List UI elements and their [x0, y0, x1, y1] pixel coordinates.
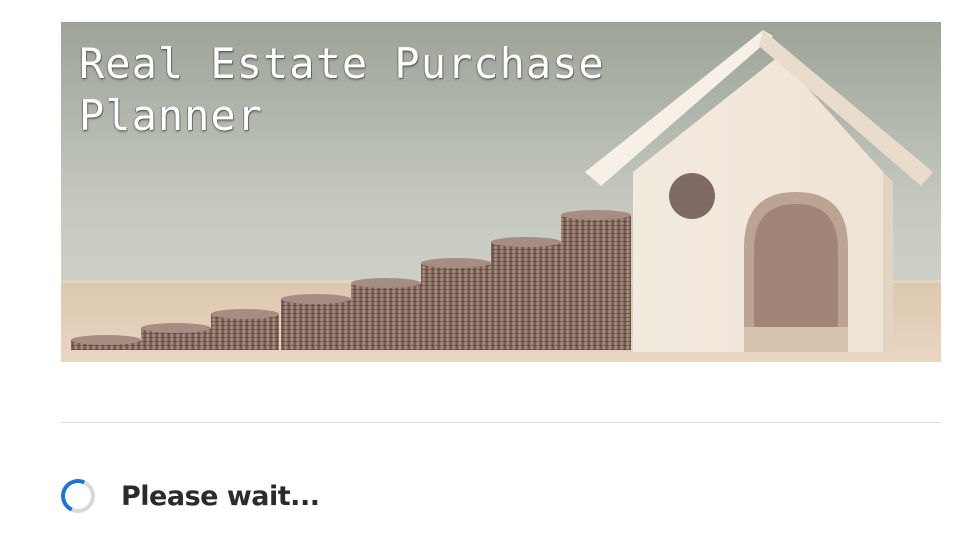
hero-title-line-1: Real Estate Purchase: [79, 39, 605, 88]
spinner-icon: [56, 474, 100, 518]
divider: [61, 422, 941, 423]
loading-text: Please wait...: [121, 480, 320, 512]
page: Real Estate Purchase Planner Please wait…: [0, 0, 973, 539]
hero-banner: Real Estate Purchase Planner: [61, 22, 941, 362]
hero-title-line-2: Planner: [79, 91, 264, 140]
loading-indicator: Please wait...: [56, 474, 320, 518]
hero-title: Real Estate Purchase Planner: [79, 38, 605, 142]
